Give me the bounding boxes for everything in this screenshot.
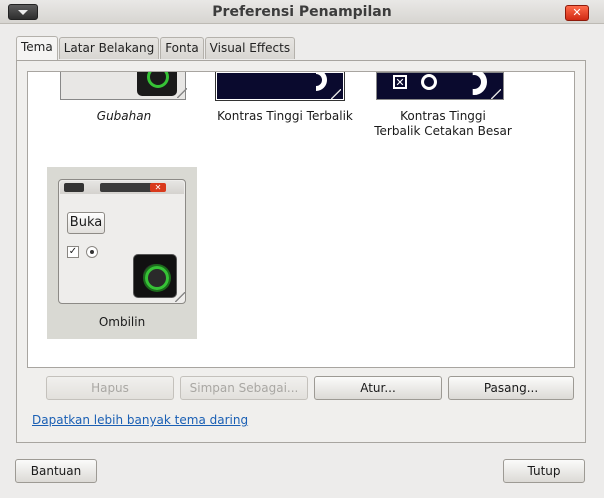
theme-icon xyxy=(137,72,177,96)
theme-name: Gubahan xyxy=(96,109,152,123)
tab-fonta[interactable]: Fonta xyxy=(160,37,204,59)
theme-icon xyxy=(133,254,177,298)
theme-name: Ombilin xyxy=(98,315,146,329)
preview-menu-icon xyxy=(64,183,84,192)
title-bar: Preferensi Penampilan ✕ xyxy=(0,0,604,24)
theme-preview: ✕ xyxy=(376,72,504,100)
theme-item-gubahan[interactable]: Gubahan xyxy=(56,72,192,132)
delete-theme-button[interactable]: Hapus xyxy=(46,376,174,400)
theme-list[interactable]: Gubahan Kontras Tinggi Terbalik ✕ Kontra… xyxy=(27,71,575,368)
theme-name-line2: Terbalik Cetakan Besar xyxy=(374,124,512,138)
radio-preview-icon xyxy=(421,74,437,90)
theme-item-kontras-tinggi-terbalik[interactable]: Kontras Tinggi Terbalik xyxy=(210,72,360,132)
close-button[interactable]: Tutup xyxy=(503,459,585,483)
preview-checkbox: ✓ xyxy=(67,246,79,258)
theme-name: Kontras Tinggi Terbalik xyxy=(217,109,353,123)
tab-bar: Tema Latar Belakang Fonta Visual Effects xyxy=(16,36,296,60)
theme-item-kontras-tinggi-terbalik-cetakan-besar[interactable]: ✕ Kontras Tinggi Terbalik Cetakan Besar xyxy=(368,72,518,142)
theme-preview: ✕ Buka ✓ xyxy=(58,179,186,304)
preview-titlebar: ✕ xyxy=(60,181,184,194)
preview-radio xyxy=(86,246,98,258)
install-button[interactable]: Pasang... xyxy=(448,376,574,400)
more-themes-link[interactable]: Dapatkan lebih banyak tema daring xyxy=(32,413,248,427)
help-button[interactable]: Bantuan xyxy=(15,459,97,483)
window-close-button[interactable]: ✕ xyxy=(565,5,589,21)
theme-preview xyxy=(60,72,187,100)
theme-preview xyxy=(215,72,345,101)
save-as-button[interactable]: Simpan Sebagai... xyxy=(180,376,308,400)
tab-tema[interactable]: Tema xyxy=(16,36,58,60)
preview-close-icon: ✕ xyxy=(150,183,166,192)
tab-visual-effects[interactable]: Visual Effects xyxy=(204,37,296,59)
tab-latar-belakang[interactable]: Latar Belakang xyxy=(58,37,160,59)
theme-name-line1: Kontras Tinggi xyxy=(400,109,486,123)
theme-item-ombilin[interactable]: ✕ Buka ✓ Ombilin xyxy=(47,167,197,339)
preview-open-button: Buka xyxy=(67,212,105,234)
checkbox-preview-icon: ✕ xyxy=(393,75,407,89)
window-title: Preferensi Penampilan xyxy=(212,4,392,20)
customize-button[interactable]: Atur... xyxy=(314,376,442,400)
